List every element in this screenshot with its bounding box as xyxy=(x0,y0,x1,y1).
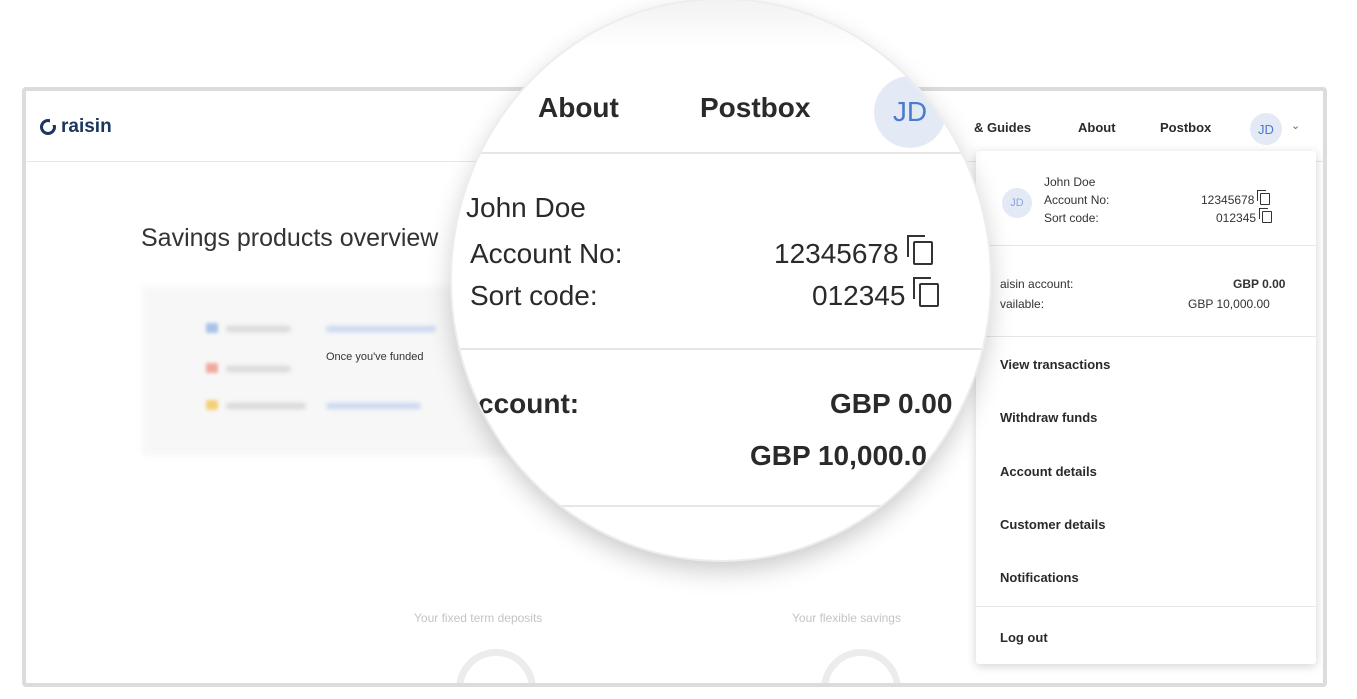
lens-account-no-number: 12345678 xyxy=(774,238,899,269)
menu-view-transactions[interactable]: View transactions xyxy=(1000,357,1110,372)
raisin-account-label: aisin account: xyxy=(1000,277,1074,291)
account-dropdown-menu: JD John Doe Account No: 12345678 Sort co… xyxy=(976,151,1316,664)
lens-sort-code-label: Sort code: xyxy=(470,280,598,311)
menu-account-details[interactable]: Account details xyxy=(1000,464,1097,479)
sort-code-value: 012345 xyxy=(1216,208,1273,225)
copy-icon xyxy=(906,235,933,265)
fixed-term-deposits-label: Your fixed term deposits xyxy=(414,611,543,625)
blurred-legend-blue xyxy=(206,323,218,333)
dropdown-avatar: JD xyxy=(1002,188,1032,218)
user-avatar-button[interactable]: JD xyxy=(1250,113,1282,145)
lens-top-shade xyxy=(452,0,990,48)
flexible-chart-ring xyxy=(821,649,901,683)
lens-sort-code-value: 012345 xyxy=(812,277,940,312)
blurred-line xyxy=(326,403,421,409)
dropdown-divider xyxy=(976,606,1316,607)
lens-available-balance: GBP 10,000.0 xyxy=(750,440,927,471)
lens-account-balance: GBP 0.00 xyxy=(830,388,953,419)
raisin-account-balance: GBP 0.00 xyxy=(1233,277,1286,291)
blurred-line xyxy=(226,366,291,372)
lens-account-label: ccount: xyxy=(478,388,580,419)
lens-nav-about: About xyxy=(538,92,619,123)
lens-account-no-label: Account No: xyxy=(470,238,623,269)
account-no-number: 12345678 xyxy=(1201,193,1255,207)
magnifier-lens: About Postbox JD John Doe Account No: 12… xyxy=(452,0,990,560)
menu-customer-details[interactable]: Customer details xyxy=(1000,517,1105,532)
account-holder-name: John Doe xyxy=(1044,175,1096,189)
blurred-line xyxy=(226,326,291,332)
dropdown-divider xyxy=(976,245,1316,246)
lens-nav-postbox: Postbox xyxy=(700,92,811,123)
menu-notifications[interactable]: Notifications xyxy=(1000,570,1079,585)
raisin-logo-icon xyxy=(40,118,57,135)
menu-withdraw-funds[interactable]: Withdraw funds xyxy=(1000,410,1097,425)
lens-divider xyxy=(452,505,990,507)
nav-about[interactable]: About xyxy=(1078,120,1116,135)
copy-icon[interactable] xyxy=(1259,208,1273,223)
copy-icon xyxy=(913,277,940,307)
sort-code-number: 012345 xyxy=(1216,211,1257,225)
lens-account-no-value: 12345678 xyxy=(774,235,933,270)
lens-avatar: JD xyxy=(874,76,946,148)
account-no-value: 12345678 xyxy=(1201,190,1271,207)
fixed-term-chart-ring xyxy=(456,649,536,683)
lens-sort-code-number: 012345 xyxy=(812,280,906,311)
available-balance: GBP 10,000.00 xyxy=(1188,297,1270,311)
raisin-logo[interactable]: raisin xyxy=(40,116,112,138)
lens-divider xyxy=(452,152,990,154)
menu-log-out[interactable]: Log out xyxy=(1000,630,1048,645)
blurred-legend-yellow xyxy=(206,400,218,410)
chevron-down-icon[interactable]: ⌄ xyxy=(1291,119,1300,132)
account-no-label: Account No: xyxy=(1044,193,1110,207)
nav-postbox[interactable]: Postbox xyxy=(1160,120,1211,135)
blurred-line xyxy=(226,403,306,409)
page-title: Savings products overview xyxy=(141,223,439,252)
copy-icon[interactable] xyxy=(1257,190,1271,205)
funded-hint-text: Once you've funded xyxy=(326,351,424,363)
available-label: vailable: xyxy=(1000,297,1045,311)
lens-account-holder-name: John Doe xyxy=(466,192,586,223)
sort-code-label: Sort code: xyxy=(1044,211,1099,225)
blurred-line xyxy=(326,326,436,332)
brand-name: raisin xyxy=(61,116,112,137)
dropdown-divider xyxy=(976,336,1316,337)
flexible-savings-label: Your flexible savings xyxy=(792,611,901,625)
blurred-legend-red xyxy=(206,363,218,373)
nav-guides[interactable]: & Guides xyxy=(974,120,1031,135)
lens-divider xyxy=(452,348,990,350)
